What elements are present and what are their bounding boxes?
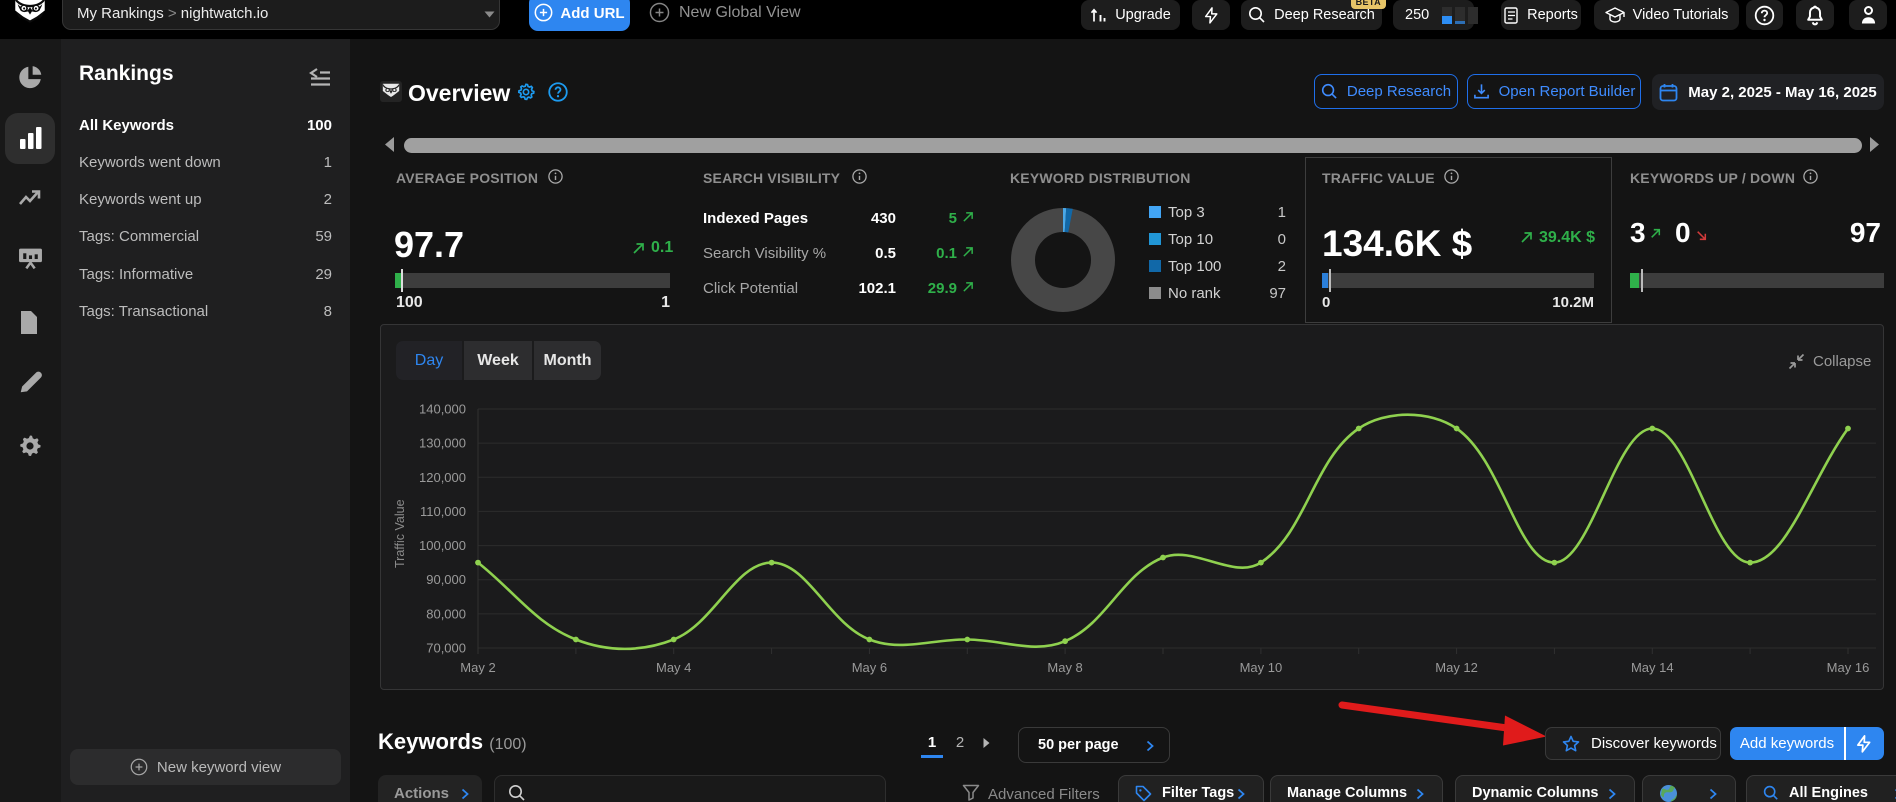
svg-text:May 2: May 2 — [460, 660, 495, 675]
svg-text:May 16: May 16 — [1827, 660, 1870, 675]
svg-text:May 6: May 6 — [852, 660, 887, 675]
svg-text:90,000: 90,000 — [426, 572, 466, 587]
svg-text:Traffic Value: Traffic Value — [393, 499, 407, 568]
svg-text:May 12: May 12 — [1435, 660, 1478, 675]
svg-text:130,000: 130,000 — [419, 436, 466, 451]
svg-text:70,000: 70,000 — [426, 641, 466, 656]
svg-text:100,000: 100,000 — [419, 538, 466, 553]
svg-text:May 4: May 4 — [656, 660, 691, 675]
svg-text:110,000: 110,000 — [420, 504, 466, 519]
svg-text:May 8: May 8 — [1047, 660, 1082, 675]
svg-text:80,000: 80,000 — [426, 606, 466, 621]
svg-text:120,000: 120,000 — [419, 470, 466, 485]
svg-text:May 14: May 14 — [1631, 660, 1674, 675]
svg-text:140,000: 140,000 — [419, 402, 466, 417]
svg-text:May 10: May 10 — [1240, 660, 1283, 675]
